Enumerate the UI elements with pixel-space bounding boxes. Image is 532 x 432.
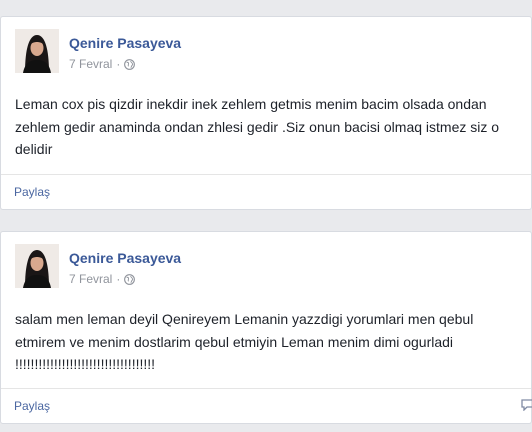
post-card: Qenire Pasayeva 7 Fevral · Leman cox pis… bbox=[0, 16, 532, 210]
share-link[interactable]: Paylaş bbox=[14, 399, 50, 413]
avatar[interactable] bbox=[15, 29, 59, 73]
separator-dot: · bbox=[116, 57, 121, 71]
post-text: salam men leman deyil Qenireyem Lemanin … bbox=[15, 311, 474, 372]
post-card: Qenire Pasayeva 7 Fevral · salam men lem… bbox=[0, 231, 532, 424]
post-meta: 7 Fevral · bbox=[69, 272, 136, 286]
post-footer: Paylaş bbox=[1, 174, 531, 209]
author-name[interactable]: Qenire Pasayeva bbox=[69, 35, 181, 51]
share-link[interactable]: Paylaş bbox=[14, 185, 50, 199]
author-name[interactable]: Qenire Pasayeva bbox=[69, 250, 181, 266]
globe-icon[interactable] bbox=[124, 58, 136, 70]
globe-icon[interactable] bbox=[124, 273, 136, 285]
separator-dot: · bbox=[116, 272, 121, 286]
post-text: Leman cox pis qizdir inekdir inek zehlem… bbox=[15, 96, 500, 157]
post-date[interactable]: 7 Fevral bbox=[69, 272, 112, 286]
avatar[interactable] bbox=[15, 244, 59, 288]
post-date[interactable]: 7 Fevral bbox=[69, 57, 112, 71]
post-meta: 7 Fevral · bbox=[69, 57, 136, 71]
post-footer: Paylaş bbox=[1, 388, 532, 423]
comment-icon[interactable] bbox=[521, 398, 532, 412]
